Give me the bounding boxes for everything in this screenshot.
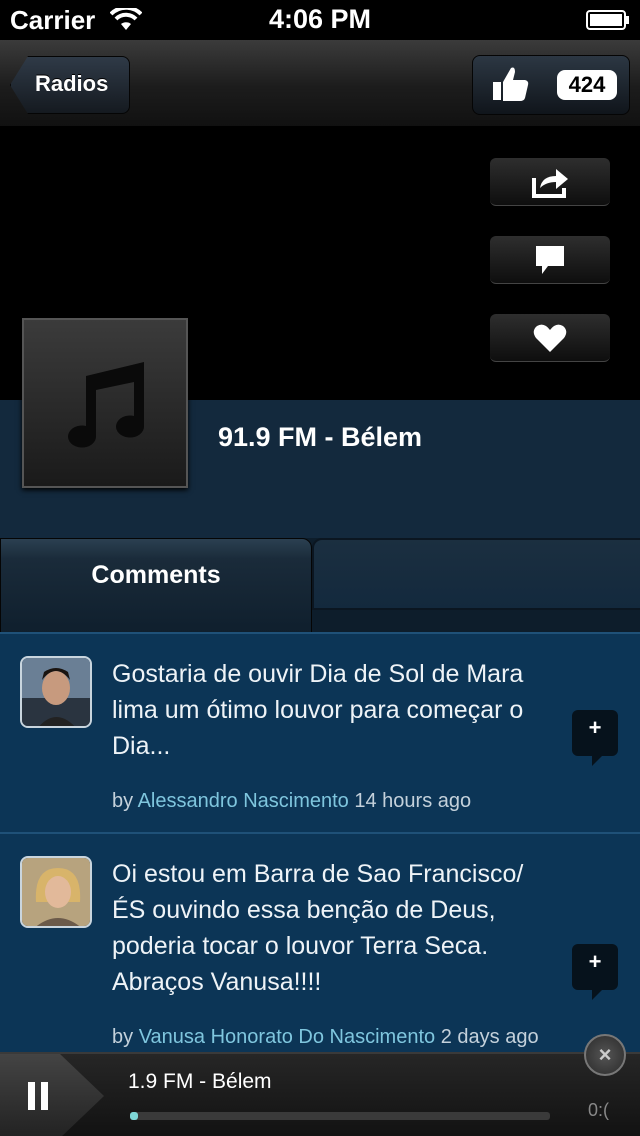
comment-by: by (112, 1026, 134, 1048)
comment-text: Oi estou em Barra de Sao Francisco/ÉS ou… (112, 860, 524, 996)
tab-comments-label: Comments (91, 561, 221, 589)
share-icon (532, 169, 568, 198)
comment-author[interactable]: Vanusa Honorato Do Nascimento (139, 1026, 435, 1048)
like-count-badge: 424 (557, 70, 617, 100)
like-button[interactable]: 424 (472, 55, 630, 115)
comment-time: 14 hours ago (354, 790, 472, 812)
album-art (22, 318, 188, 488)
comment-meta: by Vanusa Honorato Do Nascimento 2 days … (112, 1026, 539, 1049)
avatar[interactable] (20, 656, 92, 728)
favorite-button[interactable] (490, 314, 610, 362)
comment-item: Oi estou em Barra de Sao Francisco/ÉS ou… (0, 832, 640, 1062)
close-player-button[interactable]: × (584, 1034, 626, 1076)
tab-bar: Comments (0, 538, 640, 634)
share-button[interactable] (490, 158, 610, 206)
comment-icon (536, 246, 564, 274)
plus-icon: + (588, 715, 602, 740)
comment-meta: by Alessandro Nascimento 14 hours ago (112, 790, 471, 813)
pause-button[interactable] (0, 1054, 104, 1136)
comment-time: 2 days ago (440, 1026, 539, 1048)
pause-icon (28, 1082, 48, 1110)
reply-button[interactable]: + (572, 710, 618, 766)
close-icon: × (598, 1042, 612, 1067)
comment-item: Gostaria de ouvir Dia de Sol de Mara lim… (0, 632, 640, 832)
avatar[interactable] (20, 856, 92, 928)
progress-bar[interactable] (130, 1112, 550, 1120)
mini-player: 1.9 FM - Bélem 0:( (0, 1052, 640, 1136)
tab-secondary[interactable] (312, 538, 640, 610)
back-button-label: Radios (35, 71, 109, 96)
now-playing-title: 1.9 FM - Bélem (128, 1070, 272, 1093)
comment-text: Gostaria de ouvir Dia de Sol de Mara lim… (112, 660, 524, 760)
station-name: 91.9 FM - Bélem (218, 422, 423, 452)
thumbs-up-icon (493, 67, 529, 101)
back-button[interactable]: Radios (10, 56, 130, 114)
reply-button[interactable]: + (572, 944, 618, 1000)
elapsed-time: 0:( (588, 1100, 610, 1120)
tab-comments[interactable]: Comments (0, 538, 312, 634)
comment-author[interactable]: Alessandro Nascimento (138, 790, 349, 812)
heart-icon (533, 324, 567, 352)
comment-by: by (112, 790, 134, 812)
status-bar: Carrier 4:06 PM (0, 0, 640, 40)
music-note-icon (68, 362, 145, 448)
battery-icon (586, 10, 629, 30)
navigation-bar: Radios 424 (0, 40, 640, 128)
plus-icon: + (588, 949, 602, 974)
comment-button[interactable] (490, 236, 610, 284)
progress-fill (130, 1112, 139, 1120)
clock: 4:06 PM (268, 4, 372, 34)
